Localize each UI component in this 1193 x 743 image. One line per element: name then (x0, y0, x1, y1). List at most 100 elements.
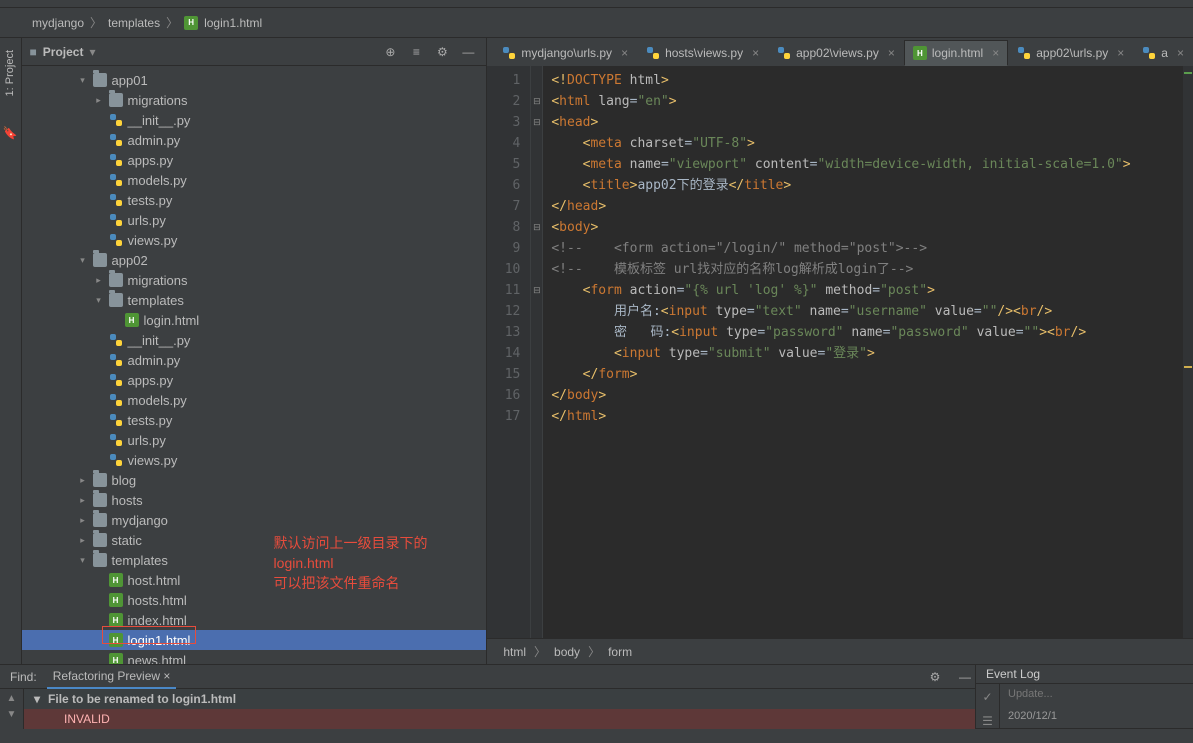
up-icon[interactable]: ▲ (7, 693, 17, 709)
tree-item[interactable]: tests.py (22, 410, 487, 430)
collapse-icon[interactable]: ≡ (406, 42, 426, 62)
code-line[interactable]: </body> (551, 385, 1193, 406)
close-icon[interactable]: × (888, 46, 895, 60)
tree-item[interactable]: models.py (22, 390, 487, 410)
code-line[interactable]: <meta charset="UTF-8"> (551, 133, 1193, 154)
expand-arrow-icon[interactable]: ▾ (78, 75, 88, 86)
code-line[interactable]: <!-- 模板标签 url找对应的名称log解析成login了--> (551, 259, 1193, 280)
expand-arrow-icon[interactable]: ▸ (78, 495, 88, 506)
code-line[interactable]: <input type="submit" value="登录"> (551, 343, 1193, 364)
crumb-form[interactable]: form (608, 645, 632, 659)
panel-title[interactable]: Project (43, 45, 84, 59)
editor-tab[interactable]: app02\views.py× (768, 40, 904, 66)
tree-item[interactable]: ▾app02 (22, 250, 487, 270)
expand-arrow-icon[interactable]: ▸ (78, 515, 88, 526)
code-line[interactable]: <html lang="en"> (551, 91, 1193, 112)
crumb-body[interactable]: body (554, 645, 580, 659)
editor-tab[interactable]: app02\urls.py× (1008, 40, 1133, 66)
tree-item-label: migrations (128, 93, 188, 108)
tree-item[interactable]: Hlogin.html (22, 310, 487, 330)
tree-item[interactable]: tests.py (22, 190, 487, 210)
code-line[interactable]: 密 码:<input type="password" name="passwor… (551, 322, 1193, 343)
check-icon[interactable]: ✓ (982, 690, 992, 704)
tree-item[interactable]: ▸ static (22, 530, 487, 550)
code-line[interactable]: </html> (551, 406, 1193, 427)
project-tree[interactable]: ▾app01▸migrations__init__.pyadmin.pyapps… (22, 66, 487, 664)
tree-item[interactable]: Hindex.html (22, 610, 487, 630)
python-file-icon (646, 46, 660, 60)
tree-item-label: urls.py (128, 433, 166, 448)
tree-item[interactable]: Hhosts.html (22, 590, 487, 610)
expand-arrow-icon[interactable]: ▾ (78, 555, 88, 566)
tree-item[interactable]: views.py (22, 230, 487, 250)
editor-tab[interactable]: Hlogin.html× (904, 40, 1008, 66)
code-line[interactable]: </form> (551, 364, 1193, 385)
crumb-folder[interactable]: templates (108, 16, 160, 30)
code-editor[interactable]: <!DOCTYPE html><html lang="en"><head> <m… (543, 66, 1193, 638)
gear-icon[interactable]: ⚙ (432, 42, 452, 62)
locate-icon[interactable]: ⊕ (380, 42, 400, 62)
eventlog-title[interactable]: Event Log (976, 665, 1193, 684)
down-icon[interactable]: ▼ (7, 709, 17, 725)
expand-arrow-icon[interactable]: ▾ (94, 295, 104, 306)
tree-item[interactable]: ▸ migrations (22, 90, 487, 110)
hide-icon[interactable]: — (458, 42, 478, 62)
close-icon[interactable]: × (1177, 46, 1184, 60)
crumb-html[interactable]: html (503, 645, 526, 659)
tree-item[interactable]: Hlogin1.html (22, 630, 487, 650)
tree-item[interactable]: Hhost.html (22, 570, 487, 590)
bottom-panel: Find: Refactoring Preview × ⚙ — ▲ ▼ ▾Fil… (0, 664, 1193, 728)
element-breadcrumb: html 〉 body 〉 form (487, 638, 1193, 664)
editor-tab[interactable]: hosts\views.py× (637, 40, 768, 66)
project-tool-button[interactable]: 1: Project (4, 50, 16, 96)
close-icon[interactable]: × (1117, 46, 1124, 60)
tree-item[interactable]: ▾app01 (22, 70, 487, 90)
tree-item[interactable]: apps.py (22, 370, 487, 390)
hide-icon[interactable]: — (955, 670, 975, 684)
close-icon[interactable]: × (992, 46, 999, 60)
refactoring-tab[interactable]: Refactoring Preview × (47, 665, 177, 689)
bookmark-icon[interactable]: 🔖 (3, 126, 18, 140)
expand-arrow-icon[interactable]: ▸ (78, 475, 88, 486)
code-line[interactable]: </head> (551, 196, 1193, 217)
code-line[interactable]: <!DOCTYPE html> (551, 70, 1193, 91)
code-line[interactable]: <meta name="viewport" content="width=dev… (551, 154, 1193, 175)
code-line[interactable]: <form action="{% url 'log' %}" method="p… (551, 280, 1193, 301)
tree-item[interactable]: Hnews.html (22, 650, 487, 664)
list-icon[interactable]: ☰ (982, 714, 993, 728)
expand-arrow-icon[interactable]: ▾ (78, 255, 88, 266)
arrow-icon[interactable]: ▾ (34, 692, 40, 706)
tree-item[interactable]: ▸blog (22, 470, 487, 490)
crumb-file[interactable]: login1.html (204, 16, 262, 30)
tree-item-label: static (112, 533, 142, 548)
tree-item[interactable]: apps.py (22, 150, 487, 170)
close-icon[interactable]: × (752, 46, 759, 60)
tree-item[interactable]: models.py (22, 170, 487, 190)
expand-arrow-icon[interactable]: ▸ (94, 275, 104, 286)
tree-item[interactable]: ▾templates (22, 290, 487, 310)
editor-tab[interactable]: mydjango\urls.py× (493, 40, 637, 66)
tree-item[interactable]: __init__.py (22, 330, 487, 350)
editor-tab[interactable]: a× (1133, 40, 1193, 66)
tree-item[interactable]: views.py (22, 450, 487, 470)
close-icon[interactable]: × (621, 46, 628, 60)
code-line[interactable]: <title>app02下的登录</title> (551, 175, 1193, 196)
code-line[interactable]: <!-- <form action="/login/" method="post… (551, 238, 1193, 259)
code-line[interactable]: 用户名:<input type="text" name="username" v… (551, 301, 1193, 322)
tree-item[interactable]: ▸mydjango (22, 510, 487, 530)
tree-item[interactable]: __init__.py (22, 110, 487, 130)
gear-icon[interactable]: ⚙ (925, 670, 945, 684)
tree-item[interactable]: admin.py (22, 130, 487, 150)
code-line[interactable]: <body> (551, 217, 1193, 238)
crumb-root[interactable]: mydjango (32, 16, 84, 30)
code-line[interactable]: <head> (551, 112, 1193, 133)
tree-item[interactable]: urls.py (22, 210, 487, 230)
tree-item[interactable]: admin.py (22, 350, 487, 370)
expand-arrow-icon[interactable]: ▸ (78, 535, 88, 546)
tree-item[interactable]: ▸migrations (22, 270, 487, 290)
tree-item[interactable]: ▾templates (22, 550, 487, 570)
dropdown-icon[interactable]: ▾ (89, 45, 95, 59)
expand-arrow-icon[interactable]: ▸ (94, 95, 104, 106)
tree-item[interactable]: ▸hosts (22, 490, 487, 510)
tree-item[interactable]: urls.py (22, 430, 487, 450)
